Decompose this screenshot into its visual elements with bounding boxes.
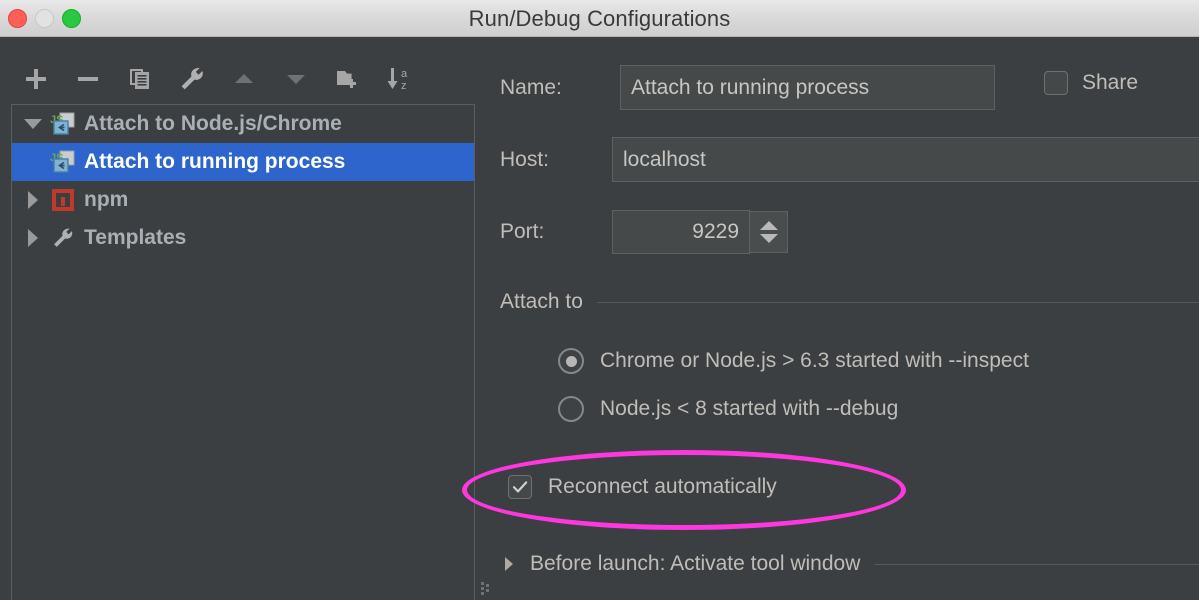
check-icon xyxy=(511,478,529,496)
name-label: Name: xyxy=(500,76,596,100)
host-input[interactable]: localhost xyxy=(612,137,1199,182)
host-label: Host: xyxy=(500,148,596,172)
resize-grip[interactable] xyxy=(481,582,491,596)
tree-item-attach-to-running-process[interactable]: JS Attach to running process xyxy=(12,143,474,181)
svg-text:z: z xyxy=(401,80,407,92)
twisty-collapsed-icon[interactable] xyxy=(18,219,48,257)
radio-row-inspect[interactable]: Chrome or Node.js > 6.3 started with --i… xyxy=(558,348,1029,374)
configurations-tree[interactable]: JS Attach to Node.js/Chrome JS Attach to… xyxy=(11,104,475,600)
host-row: Host: localhost xyxy=(500,137,1199,182)
port-row: Port: 9229 xyxy=(500,210,788,254)
radio-label-inspect: Chrome or Node.js > 6.3 started with --i… xyxy=(600,349,1029,373)
window-title: Run/Debug Configurations xyxy=(0,0,1199,37)
stepper-down-icon[interactable] xyxy=(760,234,778,243)
wrench-icon xyxy=(48,225,78,251)
share-checkbox[interactable] xyxy=(1044,71,1068,95)
window-titlebar: Run/Debug Configurations xyxy=(0,0,1199,37)
radio-chrome-node-inspect[interactable] xyxy=(558,348,584,374)
before-launch-section[interactable]: Before launch: Activate tool window xyxy=(500,552,1199,576)
reconnect-automatically-label: Reconnect automatically xyxy=(548,475,777,499)
configurations-toolbar: a z xyxy=(10,55,475,103)
edit-templates-button[interactable] xyxy=(166,57,218,101)
radio-node-debug[interactable] xyxy=(558,396,584,422)
npm-icon xyxy=(48,187,78,213)
plus-icon xyxy=(23,66,49,92)
copy-icon xyxy=(127,66,153,92)
new-folder-button[interactable] xyxy=(322,57,374,101)
svg-text:a: a xyxy=(401,68,408,80)
arrow-down-icon xyxy=(283,66,309,92)
twisty-expanded-icon[interactable] xyxy=(18,105,48,143)
tree-item-npm[interactable]: npm xyxy=(12,181,474,219)
js-attach-icon: JS xyxy=(48,149,78,175)
new-folder-icon xyxy=(334,65,362,93)
share-label: Share xyxy=(1082,71,1138,95)
reconnect-automatically-checkbox[interactable] xyxy=(508,475,532,499)
before-launch-twisty-icon[interactable] xyxy=(500,554,518,574)
tree-item-templates[interactable]: Templates xyxy=(12,219,474,257)
attach-to-section: Attach to xyxy=(500,290,1199,314)
reconnect-checkbox-row[interactable]: Reconnect automatically xyxy=(508,475,777,499)
share-checkbox-row[interactable]: Share xyxy=(1044,71,1138,95)
stepper-up-icon[interactable] xyxy=(760,221,778,230)
run-debug-configurations-dialog: Run/Debug Configurations xyxy=(0,0,1199,600)
configuration-settings-panel: Name: Attach to running process Share Ho… xyxy=(476,37,1199,600)
arrow-up-icon xyxy=(231,66,257,92)
remove-button[interactable] xyxy=(62,57,114,101)
wrench-icon xyxy=(178,65,206,93)
tree-item-label: Templates xyxy=(82,226,186,250)
twisty-collapsed-icon[interactable] xyxy=(18,181,48,219)
radio-selected-pip xyxy=(566,356,577,367)
name-row: Name: Attach to running process xyxy=(500,65,995,110)
copy-button[interactable] xyxy=(114,57,166,101)
section-divider xyxy=(597,302,1199,303)
tree-item-attach-to-node-js-chrome[interactable]: JS Attach to Node.js/Chrome xyxy=(12,105,474,143)
port-label: Port: xyxy=(500,220,596,244)
move-down-button[interactable] xyxy=(270,57,322,101)
section-divider xyxy=(874,564,1199,565)
radio-row-debug[interactable]: Node.js < 8 started with --debug xyxy=(558,396,898,422)
move-up-button[interactable] xyxy=(218,57,270,101)
sort-button[interactable]: a z xyxy=(374,57,426,101)
tree-item-label: npm xyxy=(82,188,128,212)
port-stepper[interactable] xyxy=(750,211,788,253)
js-attach-icon: JS xyxy=(48,111,78,137)
name-input[interactable]: Attach to running process xyxy=(620,65,995,110)
tree-item-label: Attach to Node.js/Chrome xyxy=(82,112,342,136)
tree-item-label: Attach to running process xyxy=(82,150,345,174)
before-launch-label: Before launch: Activate tool window xyxy=(530,552,860,576)
add-button[interactable] xyxy=(10,57,62,101)
sort-alpha-icon: a z xyxy=(385,65,415,93)
attach-to-section-label: Attach to xyxy=(500,290,583,314)
port-input[interactable]: 9229 xyxy=(612,210,750,254)
minus-icon xyxy=(75,66,101,92)
radio-label-debug: Node.js < 8 started with --debug xyxy=(600,397,898,421)
